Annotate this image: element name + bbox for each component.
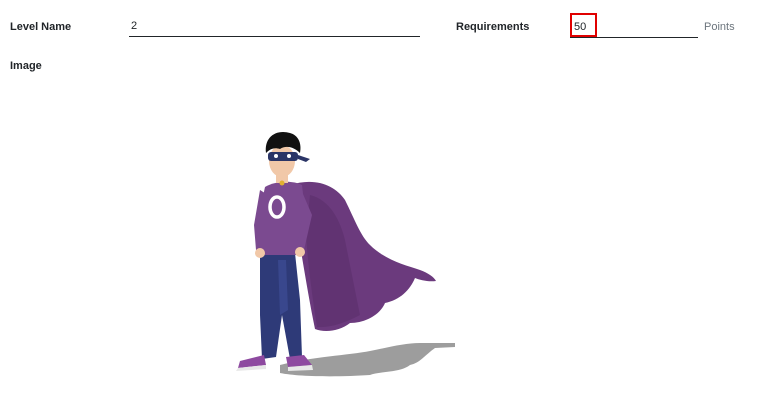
points-unit-label: Points: [704, 21, 735, 33]
requirements-field[interactable]: [574, 19, 684, 35]
level-image[interactable]: [220, 125, 460, 385]
level-name-field[interactable]: [129, 19, 420, 37]
image-label: Image: [10, 60, 42, 72]
requirements-label: Requirements: [456, 21, 530, 33]
superhero-illustration: [236, 131, 455, 377]
level-name-label: Level Name: [10, 21, 72, 33]
requirements-field-wrapper: [570, 13, 698, 38]
